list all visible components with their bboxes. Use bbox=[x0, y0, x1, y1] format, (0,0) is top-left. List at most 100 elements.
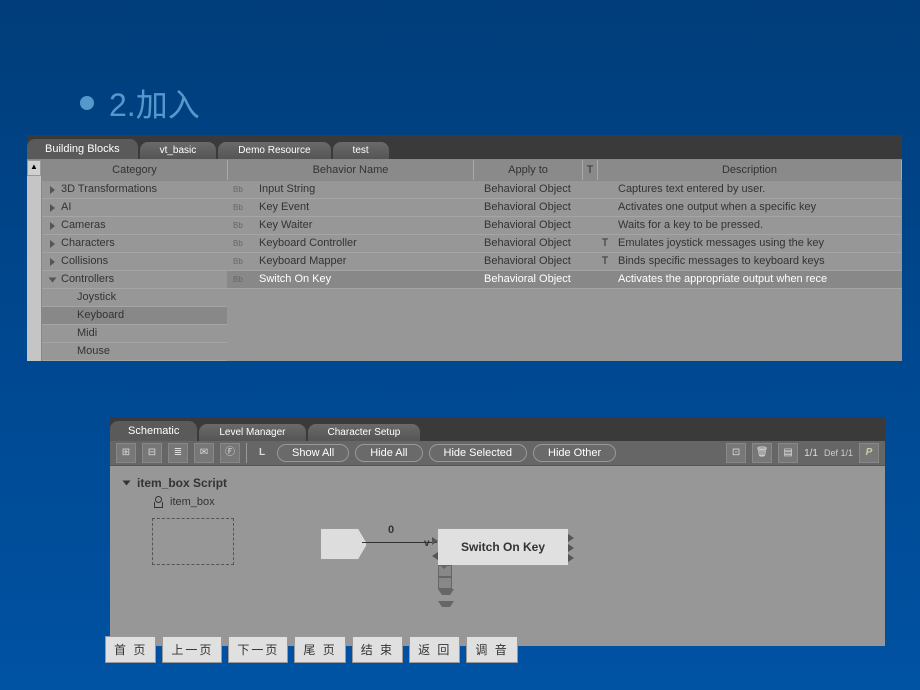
show-all-button[interactable]: Show All bbox=[277, 444, 349, 462]
main-grid: 3D Transformations AI Cameras Characters… bbox=[42, 181, 902, 361]
nav-last-button[interactable]: 尾 页 bbox=[294, 636, 345, 663]
script-header[interactable]: item_box Script bbox=[124, 476, 227, 490]
nav-first-button[interactable]: 首 页 bbox=[105, 636, 156, 663]
pin-out-icon[interactable] bbox=[568, 534, 574, 542]
flow-start-node[interactable] bbox=[320, 528, 367, 560]
tab-schematic[interactable]: Schematic bbox=[110, 421, 197, 441]
nav-prev-button[interactable]: 上一页 bbox=[162, 636, 222, 663]
tool-icon[interactable]: ▤ bbox=[778, 443, 798, 463]
param-pin-icon[interactable] bbox=[438, 577, 452, 589]
param-out-icon[interactable] bbox=[438, 589, 454, 601]
cat-keyboard[interactable]: Keyboard bbox=[42, 307, 227, 325]
hide-other-button[interactable]: Hide Other bbox=[533, 444, 616, 462]
tab-character-setup[interactable]: Character Setup bbox=[308, 424, 421, 441]
cat-ai[interactable]: AI bbox=[42, 199, 227, 217]
tab-test[interactable]: test bbox=[333, 142, 389, 159]
behavior-row[interactable]: Bb Key Event Behavioral Object Activates… bbox=[227, 199, 902, 217]
cat-joystick[interactable]: Joystick bbox=[42, 289, 227, 307]
f-icon[interactable]: Ⓕ bbox=[220, 443, 240, 463]
behavior-t bbox=[592, 181, 612, 198]
bb-tab-row: Building Blocks vt_basic Demo Resource t… bbox=[27, 135, 902, 159]
behavior-row[interactable]: Bb Input String Behavioral Object Captur… bbox=[227, 181, 902, 199]
behavior-apply: Behavioral Object bbox=[478, 217, 592, 234]
behavior-t: T bbox=[592, 253, 612, 270]
pin-out-icon[interactable] bbox=[432, 552, 438, 560]
cat-3d-transformations[interactable]: 3D Transformations bbox=[42, 181, 227, 199]
cat-cameras[interactable]: Cameras bbox=[42, 217, 227, 235]
behavior-desc: Waits for a key to be pressed. bbox=[612, 217, 902, 234]
building-blocks-panel: Building Blocks vt_basic Demo Resource t… bbox=[27, 135, 902, 361]
cat-midi[interactable]: Midi bbox=[42, 325, 227, 343]
cat-mouse[interactable]: Mouse bbox=[42, 343, 227, 361]
tool-icon[interactable]: ≣ bbox=[168, 443, 188, 463]
def-label: Def 1/1 bbox=[824, 449, 853, 458]
nav-back-button[interactable]: 返 回 bbox=[409, 636, 460, 663]
nav-end-button[interactable]: 结 束 bbox=[352, 636, 403, 663]
tool-icon[interactable]: ⊞ bbox=[116, 443, 136, 463]
scroll-track[interactable] bbox=[27, 176, 41, 361]
l-button[interactable]: L bbox=[253, 444, 271, 462]
trash-icon[interactable]: 🗑 bbox=[752, 443, 772, 463]
selection-box[interactable] bbox=[152, 518, 234, 565]
behavior-apply: Behavioral Object bbox=[478, 271, 592, 288]
behavior-row-selected[interactable]: Bb Switch On Key Behavioral Object Activ… bbox=[227, 271, 902, 289]
chevron-right-icon bbox=[50, 258, 55, 266]
p-icon[interactable]: P bbox=[859, 443, 879, 463]
chevron-down-icon bbox=[49, 277, 57, 282]
header-apply-to[interactable]: Apply to bbox=[474, 160, 583, 180]
scroll-up-icon[interactable]: ▲ bbox=[27, 160, 41, 176]
nav-next-button[interactable]: 下一页 bbox=[228, 636, 288, 663]
cat-controllers[interactable]: Controllers bbox=[42, 271, 227, 289]
header-t[interactable]: T bbox=[583, 160, 598, 180]
behavior-row[interactable]: Bb Keyboard Controller Behavioral Object… bbox=[227, 235, 902, 253]
tool-icon[interactable]: ⊡ bbox=[726, 443, 746, 463]
tab-building-blocks[interactable]: Building Blocks bbox=[27, 139, 138, 159]
pin-in-icon[interactable] bbox=[432, 537, 438, 545]
switch-on-key-node[interactable]: Switch On Key v bbox=[437, 528, 569, 566]
nav-sound-button[interactable]: 调 音 bbox=[466, 636, 517, 663]
behavior-name: Switch On Key bbox=[253, 271, 478, 288]
nav-row: 首 页 上一页 下一页 尾 页 结 束 返 回 调 音 bbox=[105, 636, 518, 663]
cat-collisions[interactable]: Collisions bbox=[42, 253, 227, 271]
behavior-t bbox=[592, 271, 612, 288]
tab-vt-basic[interactable]: vt_basic bbox=[140, 142, 217, 159]
schematic-tab-row: Schematic Level Manager Character Setup bbox=[110, 417, 885, 441]
schematic-canvas[interactable]: item_box Script item_box 0 Switch On Key… bbox=[110, 466, 885, 646]
header-behavior-name[interactable]: Behavior Name bbox=[228, 160, 474, 180]
behavior-t: T bbox=[592, 235, 612, 252]
behavior-apply: Behavioral Object bbox=[478, 235, 592, 252]
person-icon bbox=[152, 496, 164, 508]
pin-out-icon[interactable] bbox=[568, 554, 574, 562]
chevron-right-icon bbox=[50, 204, 55, 212]
bb-header-row: Category Behavior Name Apply to T Descri… bbox=[42, 160, 902, 181]
cat-characters[interactable]: Characters bbox=[42, 235, 227, 253]
behavior-desc: Captures text entered by user. bbox=[612, 181, 902, 198]
bullet-icon bbox=[80, 96, 94, 110]
behavior-row[interactable]: Bb Key Waiter Behavioral Object Waits fo… bbox=[227, 217, 902, 235]
node-label: Switch On Key bbox=[461, 540, 545, 554]
behavior-desc: Emulates joystick messages using the key bbox=[612, 235, 902, 252]
behavior-apply: Behavioral Object bbox=[478, 199, 592, 216]
header-description[interactable]: Description bbox=[598, 160, 902, 180]
envelope-icon[interactable]: ✉ bbox=[194, 443, 214, 463]
header-category[interactable]: Category bbox=[42, 160, 228, 180]
behavior-column: Bb Input String Behavioral Object Captur… bbox=[227, 181, 902, 361]
zoom-label: 1/1 bbox=[804, 448, 818, 459]
hide-selected-button[interactable]: Hide Selected bbox=[429, 444, 528, 462]
bb-icon: Bb bbox=[227, 217, 253, 234]
bb-icon: Bb bbox=[227, 235, 253, 252]
behavior-name: Key Waiter bbox=[253, 217, 478, 234]
behavior-apply: Behavioral Object bbox=[478, 181, 592, 198]
hide-all-button[interactable]: Hide All bbox=[355, 444, 422, 462]
bb-content: Category Behavior Name Apply to T Descri… bbox=[42, 160, 902, 361]
tab-level-manager[interactable]: Level Manager bbox=[199, 424, 305, 441]
pin-out-icon[interactable] bbox=[568, 544, 574, 552]
tool-icon[interactable]: ⊟ bbox=[142, 443, 162, 463]
tab-demo-resource[interactable]: Demo Resource bbox=[218, 142, 330, 159]
param-out-icon[interactable] bbox=[438, 601, 454, 613]
behavior-row[interactable]: Bb Keyboard Mapper Behavioral Object T B… bbox=[227, 253, 902, 271]
behavior-t bbox=[592, 217, 612, 234]
title-text: 2.加入 bbox=[109, 80, 200, 126]
script-item[interactable]: item_box bbox=[152, 496, 215, 508]
flow-weight: 0 bbox=[388, 524, 394, 536]
